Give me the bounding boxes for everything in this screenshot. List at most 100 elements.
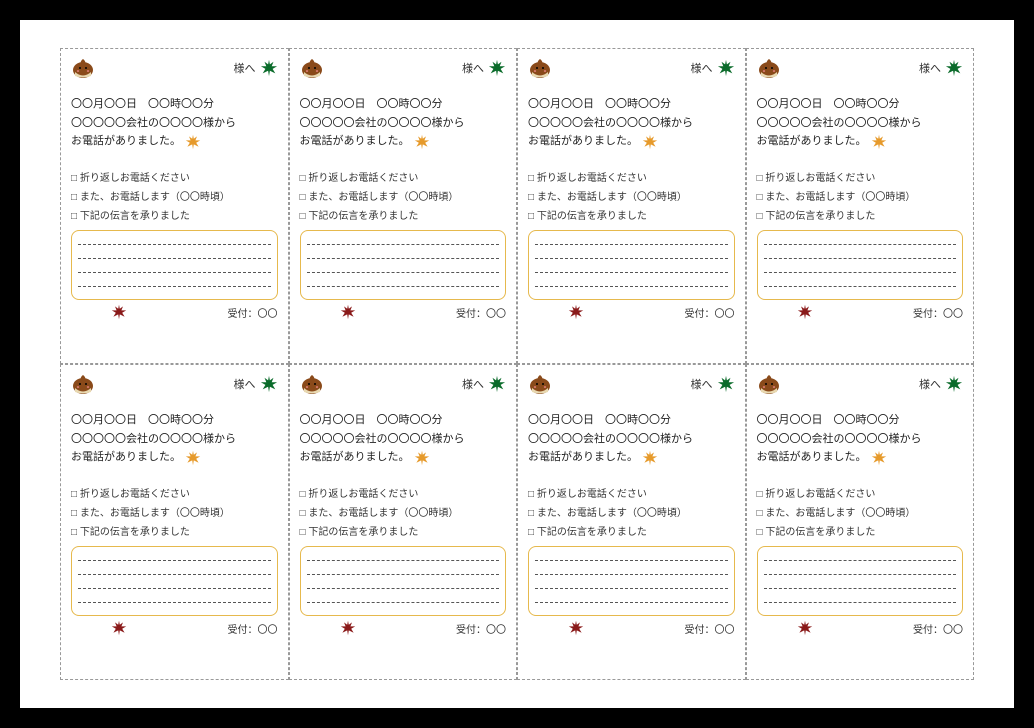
phone-memo-card: 様へ 〇〇月〇〇日 〇〇時〇〇分 〇〇〇〇〇会社の〇〇〇〇様から お電話がありま… [60,48,289,364]
datetime-line: 〇〇月〇〇日 〇〇時〇〇分 [300,95,507,114]
memo-line [78,272,271,273]
maple-green-icon [945,59,963,77]
memo-box [300,546,507,616]
memo-line [764,560,957,561]
check-message: 下記の伝言を承りました [757,523,964,542]
card-header: 様へ [757,371,964,397]
checkbox-list: 折り返しお電話ください また、お電話します（〇〇時頃） 下記の伝言を承りました [71,485,278,542]
memo-line [764,588,957,589]
check-message: 下記の伝言を承りました [300,523,507,542]
chestnut-icon [300,373,324,395]
memo-line [535,588,728,589]
message-body: 〇〇月〇〇日 〇〇時〇〇分 〇〇〇〇〇会社の〇〇〇〇様から お電話がありました。 [757,95,964,151]
from-line: 〇〇〇〇〇会社の〇〇〇〇様から [71,114,278,133]
recipient-suffix: 様へ [552,376,713,392]
checkbox-list: 折り返しお電話ください また、お電話します（〇〇時頃） 下記の伝言を承りました [528,485,735,542]
check-callback: 折り返しお電話ください [528,169,735,188]
chestnut-icon [300,57,324,79]
memo-box [71,546,278,616]
phone-memo-card: 様へ 〇〇月〇〇日 〇〇時〇〇分 〇〇〇〇〇会社の〇〇〇〇様から お電話がありま… [517,364,746,680]
maple-green-icon [717,375,735,393]
check-message: 下記の伝言を承りました [528,207,735,226]
memo-line [307,602,500,603]
message-body: 〇〇月〇〇日 〇〇時〇〇分 〇〇〇〇〇会社の〇〇〇〇様から お電話がありました。 [71,411,278,467]
check-will-call: また、お電話します（〇〇時頃） [300,188,507,207]
maple-red-icon [340,620,356,636]
checkbox-list: 折り返しお電話ください また、お電話します（〇〇時頃） 下記の伝言を承りました [757,485,964,542]
called-line: お電話がありました。 [71,132,181,151]
memo-line [535,272,728,273]
memo-box [71,230,278,300]
chestnut-icon [757,373,781,395]
checkbox-list: 折り返しお電話ください また、お電話します（〇〇時頃） 下記の伝言を承りました [300,169,507,226]
recipient-suffix: 様へ [781,376,942,392]
from-line: 〇〇〇〇〇会社の〇〇〇〇様から [528,114,735,133]
called-line: お電話がありました。 [528,132,638,151]
check-message: 下記の伝言を承りました [71,207,278,226]
card-footer: 受付：〇〇 [71,620,278,636]
memo-box [757,230,964,300]
phone-memo-card: 様へ 〇〇月〇〇日 〇〇時〇〇分 〇〇〇〇〇会社の〇〇〇〇様から お電話がありま… [60,364,289,680]
message-body: 〇〇月〇〇日 〇〇時〇〇分 〇〇〇〇〇会社の〇〇〇〇様から お電話がありました。 [528,411,735,467]
memo-line [307,588,500,589]
memo-line [78,244,271,245]
check-will-call: また、お電話します（〇〇時頃） [528,504,735,523]
maple-orange-icon [642,450,658,466]
memo-sheet: 様へ 〇〇月〇〇日 〇〇時〇〇分 〇〇〇〇〇会社の〇〇〇〇様から お電話がありま… [20,20,1014,708]
memo-line [535,244,728,245]
phone-memo-card: 様へ 〇〇月〇〇日 〇〇時〇〇分 〇〇〇〇〇会社の〇〇〇〇様から お電話がありま… [289,364,518,680]
recipient-suffix: 様へ [95,376,256,392]
phone-memo-card: 様へ 〇〇月〇〇日 〇〇時〇〇分 〇〇〇〇〇会社の〇〇〇〇様から お電話がありま… [746,364,975,680]
memo-line [535,258,728,259]
checkbox-list: 折り返しお電話ください また、お電話します（〇〇時頃） 下記の伝言を承りました [300,485,507,542]
memo-box [757,546,964,616]
datetime-line: 〇〇月〇〇日 〇〇時〇〇分 [71,95,278,114]
card-footer: 受付：〇〇 [757,620,964,636]
check-message: 下記の伝言を承りました [757,207,964,226]
maple-red-icon [340,304,356,320]
chestnut-icon [71,373,95,395]
recipient-suffix: 様へ [324,376,485,392]
memo-line [535,560,728,561]
maple-red-icon [111,620,127,636]
phone-memo-card: 様へ 〇〇月〇〇日 〇〇時〇〇分 〇〇〇〇〇会社の〇〇〇〇様から お電話がありま… [289,48,518,364]
check-message: 下記の伝言を承りました [300,207,507,226]
memo-line [764,602,957,603]
maple-green-icon [717,59,735,77]
memo-line [78,588,271,589]
memo-line [78,286,271,287]
message-body: 〇〇月〇〇日 〇〇時〇〇分 〇〇〇〇〇会社の〇〇〇〇様から お電話がありました。 [757,411,964,467]
from-line: 〇〇〇〇〇会社の〇〇〇〇様から [300,114,507,133]
card-footer: 受付：〇〇 [528,304,735,320]
checkbox-list: 折り返しお電話ください また、お電話します（〇〇時頃） 下記の伝言を承りました [71,169,278,226]
maple-red-icon [797,304,813,320]
maple-orange-icon [414,450,430,466]
memo-line [307,560,500,561]
memo-line [764,286,957,287]
maple-green-icon [488,59,506,77]
maple-green-icon [260,59,278,77]
message-body: 〇〇月〇〇日 〇〇時〇〇分 〇〇〇〇〇会社の〇〇〇〇様から お電話がありました。 [71,95,278,151]
memo-box [528,230,735,300]
datetime-line: 〇〇月〇〇日 〇〇時〇〇分 [71,411,278,430]
received-by: 受付：〇〇 [456,621,506,636]
datetime-line: 〇〇月〇〇日 〇〇時〇〇分 [300,411,507,430]
maple-green-icon [488,375,506,393]
maple-green-icon [945,375,963,393]
check-callback: 折り返しお電話ください [528,485,735,504]
recipient-suffix: 様へ [781,60,942,76]
check-will-call: また、お電話します（〇〇時頃） [757,504,964,523]
card-header: 様へ [528,371,735,397]
card-footer: 受付：〇〇 [300,304,507,320]
maple-red-icon [568,304,584,320]
memo-line [78,560,271,561]
datetime-line: 〇〇月〇〇日 〇〇時〇〇分 [528,411,735,430]
card-header: 様へ [300,55,507,81]
memo-line [764,244,957,245]
maple-red-icon [111,304,127,320]
checkbox-list: 折り返しお電話ください また、お電話します（〇〇時頃） 下記の伝言を承りました [528,169,735,226]
received-by: 受付：〇〇 [913,305,963,320]
check-callback: 折り返しお電話ください [757,485,964,504]
called-line: お電話がありました。 [528,448,638,467]
card-header: 様へ [300,371,507,397]
